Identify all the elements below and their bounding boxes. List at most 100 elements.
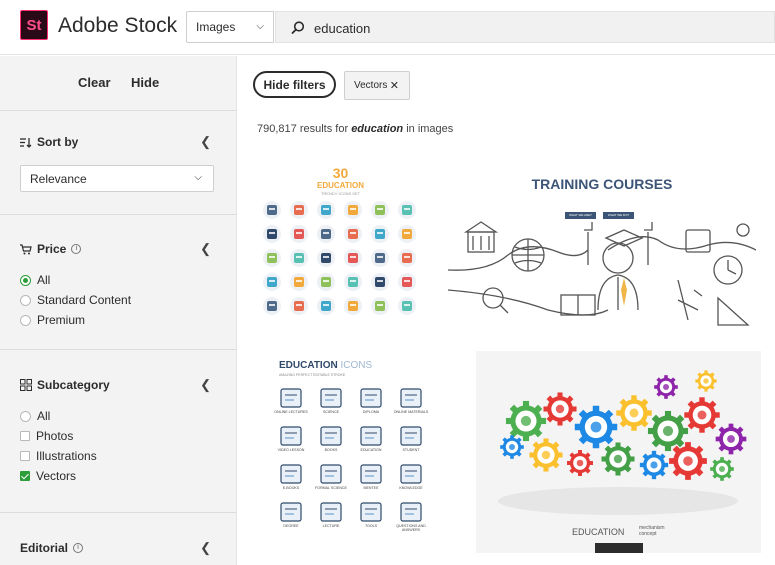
price-option-standard[interactable]: Standard Content [20,293,131,307]
icon-label: KNOWLEDGE [399,486,423,490]
editorial-section: Editorial i ❮ [0,513,237,565]
result-image-1[interactable]: 30 EDUCATION TRENDY ICONS SET [253,160,428,334]
hide-sidebar-button[interactable]: Hide [131,75,159,90]
icon-label: ONLINE MATERIALS [393,410,429,414]
radio[interactable] [20,294,31,306]
price-section: Price i ❮ All Standard Content Premium [0,215,237,350]
chevron-down-icon: ⌵ [256,21,264,32]
subcategory-title-label: Subcategory [37,378,110,392]
option-label: Photos [36,429,74,443]
sort-title-label: Sort by [37,135,79,149]
sort-section: Sort by ❮ Relevance ⌵ [0,112,237,215]
info-icon[interactable]: i [73,543,84,553]
tile2-button-2: WHAT WE DO? [607,213,630,217]
option-label: All [37,409,51,423]
sort-value: Relevance [30,171,87,186]
tile1-number: 30 [332,165,349,181]
subcategory-option-all[interactable]: All [20,409,50,423]
tile2-button-1: WHAT WE ARE? [569,213,592,217]
results-query: education [351,123,404,135]
option-label: All [37,273,51,287]
sort-icon [20,137,32,148]
info-icon[interactable]: i [71,244,82,254]
search-icon [291,21,305,34]
search-input[interactable] [314,18,754,38]
tile3-title: EDUCATION ICONS [279,360,372,371]
icon-label: FORMAL SCIENCE [315,486,347,490]
tile3-title-sub: ICONS [340,360,373,371]
icon-label: VIDEO LESSON [277,448,305,452]
icon-label: DEGREE [283,524,299,528]
icon-label: DIPLOMA [362,410,380,414]
subcategory-title[interactable]: Subcategory [20,378,110,392]
sort-dropdown[interactable]: Relevance ⌵ [20,165,214,192]
asset-type-select[interactable]: Images ⌵ [186,11,274,43]
gears-mechanism-illustration [476,351,761,553]
option-label: Standard Content [37,293,132,307]
option-label: Vectors [36,469,77,483]
option-label: Premium [37,313,86,327]
result-image-3[interactable]: EDUCATION ICONS AMAZING PERFECT EDITABLE… [253,351,456,553]
option-label: Illustrations [36,449,97,463]
chevron-left-icon[interactable]: ❮ [200,241,211,257]
checkbox[interactable] [20,451,30,461]
price-option-all[interactable]: All [20,273,50,287]
subcategory-option-vectors[interactable]: Vectors [20,469,76,483]
icon-label: MENTEE [363,486,379,490]
results-summary: 790,817 results for education in images [257,123,453,135]
close-icon[interactable]: ✕ [390,79,399,92]
radio[interactable] [20,410,31,422]
editorial-title[interactable]: Editorial i [20,541,84,555]
search-bar[interactable] [275,11,775,43]
brand-name[interactable]: Adobe Stock [58,14,177,38]
hide-filters-button[interactable]: Hide filters [253,71,336,98]
chevron-left-icon[interactable]: ❮ [200,540,211,556]
icon-label: BOOKS [324,448,338,452]
price-title[interactable]: Price i [20,242,82,256]
icon-label: STUDENT [402,448,420,452]
filter-chip-vectors[interactable]: Vectors ✕ [344,71,410,100]
clear-filters-button[interactable]: Clear [78,75,111,90]
chevron-left-icon[interactable]: ❮ [200,134,211,150]
radio-selected[interactable] [20,274,31,286]
tile1-subtitle: TRENDY ICONS SET [320,191,361,196]
logo-text: St [26,16,42,34]
icon-label: QUESTIONS AND ANSWERS [396,524,426,533]
price-title-label: Price [37,242,67,256]
grid-icon [20,379,32,391]
tile2-title: TRAINING COURSES [531,176,673,192]
asset-type-value: Images [196,20,236,34]
icon-label: SCIENCE [323,410,339,414]
tile4-word2: concept [639,531,657,537]
results-count: 790,817 [257,123,297,135]
tile1-title: EDUCATION [317,181,364,190]
cart-icon [20,243,32,254]
icon-label: TOOLS [364,524,378,528]
filter-sidebar: Clear Hide Sort by ❮ Relevance ⌵ Price i… [0,56,237,565]
subcategory-option-photos[interactable]: Photos [20,429,73,443]
chevron-down-icon: ⌵ [194,172,202,183]
sort-title[interactable]: Sort by [20,135,78,149]
tile3-subtitle: AMAZING PERFECT EDITABLE STROKE [279,373,346,377]
chevron-left-icon[interactable]: ❮ [200,377,211,393]
filter-actions: Clear Hide [0,56,237,111]
icon-label: EDUCATION [360,448,382,452]
icon-label: ONLINE LECTURES [274,410,308,414]
top-header: St Adobe Stock Images ⌵ [0,0,775,55]
radio[interactable] [20,314,31,326]
checkbox-checked[interactable] [20,471,30,481]
chip-label: Vectors [354,80,388,91]
tile4-title: EDUCATION [572,527,625,537]
results-suffix: in images [406,123,454,135]
result-image-2[interactable]: TRAINING COURSES WHAT WE ARE? WHAT WE DO… [448,160,756,334]
icon-label: E-BOOKS [282,486,300,490]
icon-label: LECTURE [322,524,340,528]
results-for: results for [299,123,349,135]
result-image-4[interactable]: EDUCATION mechanism concept [476,351,761,553]
subcategory-option-illustrations[interactable]: Illustrations [20,449,97,463]
editorial-title-label: Editorial [20,541,69,555]
checkbox[interactable] [20,431,30,441]
price-option-premium[interactable]: Premium [20,313,85,327]
tile3-title-main: EDUCATION [279,360,338,371]
adobe-stock-logo[interactable]: St [20,10,48,40]
